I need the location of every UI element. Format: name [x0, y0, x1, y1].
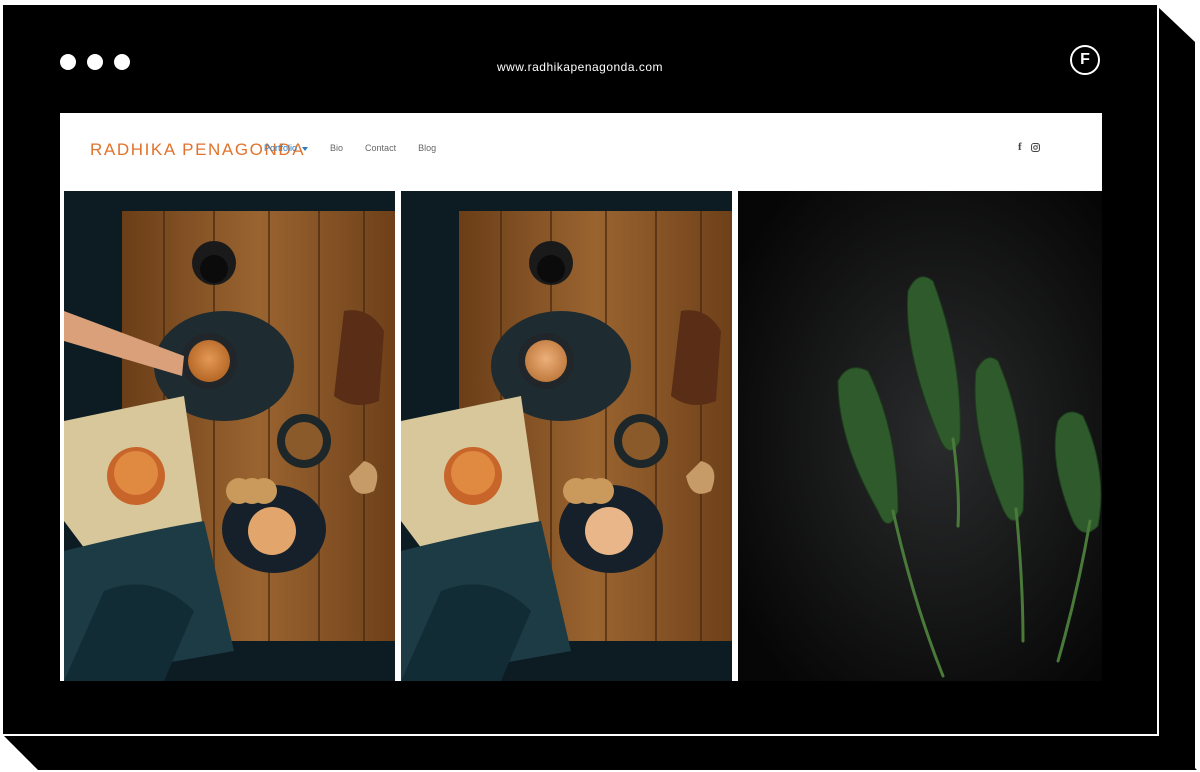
browser-window: www.radhikapenagonda.com F RADHIKA PENAG…: [3, 5, 1157, 734]
photo-gallery: [64, 191, 1102, 681]
website-viewport: RADHIKA PENAGONDA Portfolio Bio Contact …: [60, 113, 1102, 681]
gallery-photo-chai-hand[interactable]: [64, 191, 395, 681]
frame-side-right: [1157, 6, 1195, 770]
address-url[interactable]: www.radhikapenagonda.com: [3, 60, 1157, 74]
nav-item-portfolio[interactable]: Portfolio: [264, 143, 309, 153]
instagram-icon[interactable]: [1030, 142, 1040, 152]
nav-item-contact[interactable]: Contact: [365, 143, 396, 153]
frame-side-bottom: [2, 734, 1197, 770]
main-nav: Portfolio Bio Contact Blog: [264, 143, 436, 153]
chevron-down-icon: [302, 146, 309, 151]
frame-edge-bottom: [2, 734, 1159, 736]
frame-edge-right: [1157, 6, 1159, 736]
gallery-photo-sage[interactable]: [738, 191, 1102, 681]
nav-item-bio[interactable]: Bio: [330, 143, 343, 153]
gallery-photo-chai[interactable]: [401, 191, 732, 681]
facebook-icon[interactable]: f: [1018, 141, 1022, 153]
site-header: RADHIKA PENAGONDA Portfolio Bio Contact …: [60, 113, 1102, 186]
social-links: f: [1018, 141, 1040, 153]
nav-item-portfolio-label: Portfolio: [264, 143, 298, 153]
nav-item-blog[interactable]: Blog: [418, 143, 436, 153]
brand-badge-icon: F: [1070, 45, 1100, 75]
